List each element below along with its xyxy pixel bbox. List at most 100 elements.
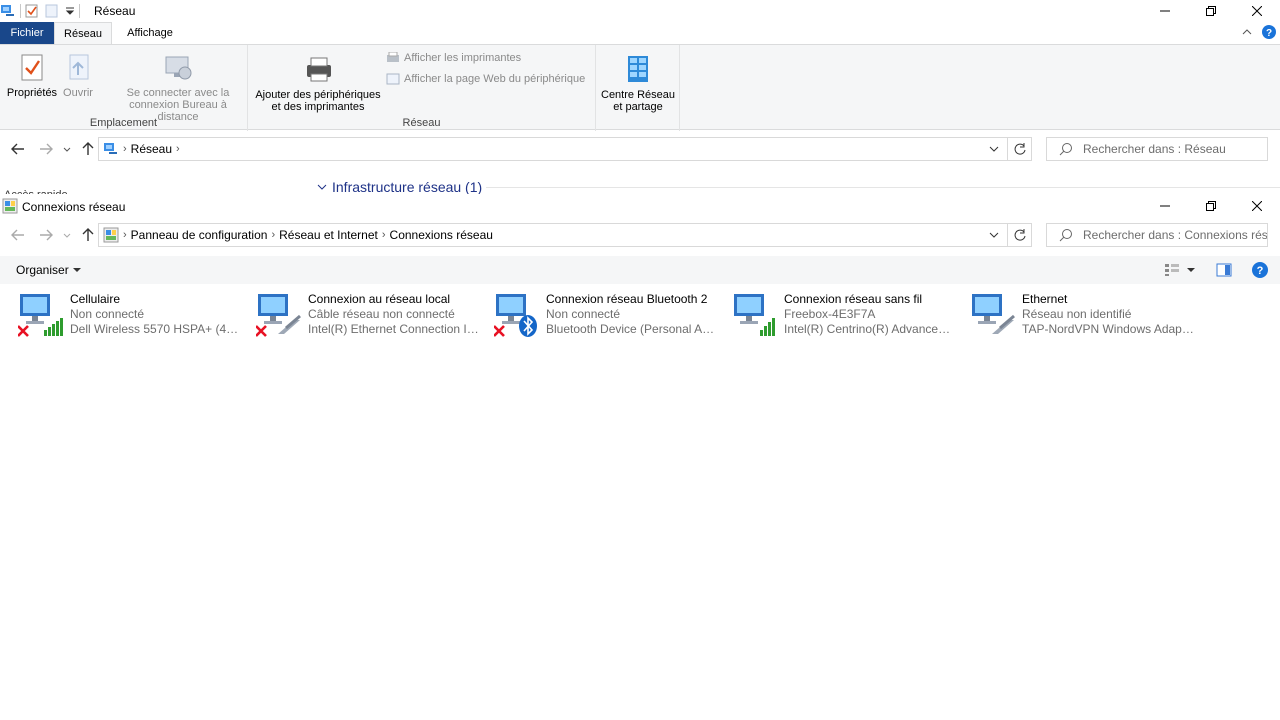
- ethernet-connection-icon: [970, 292, 1018, 338]
- front-title-bar: Connexions réseau: [0, 194, 1280, 218]
- remote-desktop-button[interactable]: Se connecter avec la connexion Bureau à …: [112, 51, 244, 123]
- qat-separator: [20, 4, 21, 18]
- address-bar[interactable]: › Panneau de configuration › Réseau et I…: [98, 223, 1008, 247]
- breadcrumb-separator: ›: [381, 229, 386, 241]
- organise-button[interactable]: Organiser: [16, 263, 81, 277]
- group-label-network: Réseau: [402, 117, 441, 129]
- qat-dropdown-icon[interactable]: [65, 6, 75, 16]
- chevron-down-icon: [72, 266, 81, 274]
- reseau-window: Réseau Fichier Réseau Affichage ? Propri…: [0, 0, 1280, 197]
- help-icon[interactable]: ?: [1262, 25, 1276, 39]
- close-button[interactable]: [1234, 194, 1280, 218]
- connection-name: Connexion au réseau local: [308, 292, 451, 306]
- up-arrow-icon[interactable]: [80, 141, 96, 157]
- connection-name: Ethernet: [1022, 292, 1068, 306]
- collapse-ribbon-icon[interactable]: [1242, 27, 1252, 37]
- qat-separator: [79, 4, 80, 18]
- new-folder-qat-icon[interactable]: [45, 4, 59, 18]
- view-dropdown-icon[interactable]: [1186, 265, 1196, 275]
- ribbon-tabs: Fichier Réseau Affichage ?: [0, 22, 1280, 44]
- chevron-down-icon: [316, 181, 328, 193]
- breadcrumb-item[interactable]: Réseau et Internet: [279, 228, 378, 242]
- connection-item[interactable]: Ethernet Réseau non identifié TAP-NordVP…: [956, 290, 1194, 342]
- connection-name: Connexion réseau Bluetooth 2: [546, 292, 708, 306]
- breadcrumb-separator: ›: [176, 143, 180, 155]
- search-icon: [1059, 228, 1073, 242]
- breadcrumb-separator: ›: [123, 143, 127, 155]
- ribbon-group-location: Propriétés Ouvrir Se connecter avec la c…: [0, 45, 248, 131]
- network-center-button[interactable]: Centre Réseau et partage: [598, 53, 678, 113]
- properties-icon: [16, 51, 48, 83]
- window-title: Connexions réseau: [22, 200, 126, 214]
- properties-qat-icon[interactable]: [25, 4, 39, 18]
- connection-status: Réseau non identifié: [1022, 307, 1132, 321]
- connection-device: Dell Wireless 5570 HSPA+ (42Mbp...: [70, 322, 242, 336]
- tab-file[interactable]: Fichier: [0, 22, 54, 44]
- cellular-connection-icon: [18, 292, 66, 338]
- address-dropdown-icon[interactable]: [987, 228, 1001, 242]
- help-icon[interactable]: ?: [1252, 262, 1268, 278]
- minimize-button[interactable]: [1142, 0, 1188, 22]
- title-bar: Réseau: [0, 0, 1280, 22]
- network-center-icon: [622, 53, 654, 85]
- window-controls: [1142, 0, 1280, 22]
- search-box[interactable]: Rechercher dans : Connexions réseau: [1046, 223, 1268, 247]
- recent-locations-icon[interactable]: [62, 227, 72, 243]
- open-icon: [62, 51, 94, 83]
- connection-item[interactable]: Connexion réseau Bluetooth 2 Non connect…: [480, 290, 718, 342]
- group-label-location: Emplacement: [89, 117, 158, 129]
- svg-text:?: ?: [1257, 265, 1264, 277]
- tab-view[interactable]: Affichage: [114, 22, 186, 44]
- connection-name: Connexion réseau sans fil: [784, 292, 923, 306]
- address-dropdown-icon[interactable]: [987, 142, 1001, 156]
- refresh-button[interactable]: [1008, 223, 1032, 247]
- properties-button[interactable]: Propriétés: [6, 51, 58, 99]
- bluetooth-connection-icon: [494, 292, 542, 338]
- connexions-window: Connexions réseau › Panneau de configura…: [0, 194, 1280, 720]
- quick-access-toolbar: [0, 2, 84, 20]
- preview-pane-icon[interactable]: [1216, 263, 1232, 277]
- minimize-button[interactable]: [1142, 194, 1188, 218]
- control-panel-icon: [2, 198, 18, 214]
- breadcrumb-item[interactable]: Connexions réseau: [390, 228, 493, 242]
- front-address-bar-row: › Panneau de configuration › Réseau et I…: [0, 217, 1280, 253]
- open-button[interactable]: Ouvrir: [60, 51, 96, 99]
- view-controls: ?: [1164, 262, 1268, 278]
- up-arrow-icon[interactable]: [80, 227, 96, 243]
- forward-arrow-icon[interactable]: [38, 141, 54, 157]
- add-devices-button[interactable]: Ajouter des périphériques et des imprima…: [252, 53, 384, 113]
- address-bar[interactable]: › Réseau ›: [98, 137, 1008, 161]
- ribbon-group-network: Ajouter des périphériques et des imprima…: [248, 45, 596, 131]
- show-webpage-button[interactable]: Afficher la page Web du périphérique: [386, 73, 585, 85]
- connection-status: Non connecté: [546, 307, 621, 321]
- restore-button[interactable]: [1188, 194, 1234, 218]
- connection-item[interactable]: Cellulaire Non connecté Dell Wireless 55…: [4, 290, 242, 342]
- restore-button[interactable]: [1188, 0, 1234, 22]
- connection-item[interactable]: Connexion réseau sans fil Freebox-4E3F7A…: [718, 290, 956, 342]
- connection-status: Non connecté: [70, 307, 145, 321]
- ribbon: Propriétés Ouvrir Se connecter avec la c…: [0, 44, 1280, 131]
- back-arrow-icon[interactable]: [10, 227, 26, 243]
- close-button[interactable]: [1234, 0, 1280, 22]
- search-box[interactable]: Rechercher dans : Réseau: [1046, 137, 1268, 161]
- printer-icon: [302, 53, 334, 85]
- back-address-bar-row: › Réseau › Rechercher dans : Réseau: [0, 131, 1280, 167]
- refresh-button[interactable]: [1008, 137, 1032, 161]
- connection-item[interactable]: Connexion au réseau local Câble réseau n…: [242, 290, 480, 342]
- search-icon: [1059, 142, 1073, 156]
- group-header[interactable]: Infrastructure réseau (1): [316, 179, 482, 195]
- connection-device: Bluetooth Device (Personal Area ...: [546, 322, 718, 336]
- view-options-icon[interactable]: [1164, 263, 1180, 277]
- connection-device: Intel(R) Centrino(R) Advanced-N ...: [784, 322, 956, 336]
- show-printers-button[interactable]: Afficher les imprimantes: [386, 52, 521, 64]
- tab-network[interactable]: Réseau: [54, 22, 112, 44]
- breadcrumb-item[interactable]: Panneau de configuration: [131, 228, 268, 242]
- printers-small-icon: [386, 52, 400, 64]
- command-bar: Organiser ?: [0, 256, 1280, 284]
- connection-device: TAP-NordVPN Windows Adapter ...: [1022, 322, 1194, 336]
- forward-arrow-icon[interactable]: [38, 227, 54, 243]
- recent-locations-icon[interactable]: [62, 141, 72, 157]
- ribbon-group-center: Centre Réseau et partage: [596, 45, 680, 131]
- breadcrumb-item[interactable]: Réseau: [131, 142, 172, 156]
- back-arrow-icon[interactable]: [10, 141, 26, 157]
